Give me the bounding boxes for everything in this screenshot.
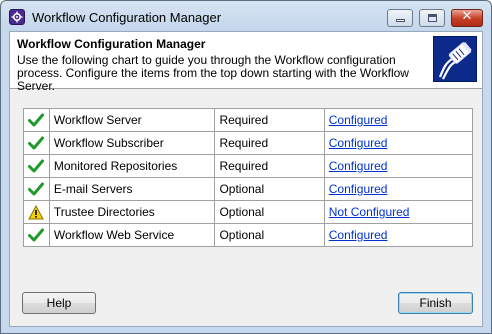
help-button[interactable]: Help xyxy=(22,292,96,314)
item-status-link[interactable]: Configured xyxy=(329,182,388,196)
finish-button[interactable]: Finish xyxy=(398,292,473,314)
table-row: Trustee Directories Optional Not Configure… xyxy=(23,200,474,224)
item-status-link[interactable]: Configured xyxy=(329,136,388,150)
header-title: Workflow Configuration Manager xyxy=(17,37,206,51)
table-row: Monitored Repositories Required Configured xyxy=(23,154,474,178)
table-row: Workflow Server Required Configured xyxy=(23,108,474,132)
item-name: E-mail Servers xyxy=(48,177,216,201)
window: Workflow Configuration Manager ✕ Workflo… xyxy=(0,0,492,334)
item-name: Workflow Subscriber xyxy=(48,131,216,155)
check-icon xyxy=(23,154,50,178)
item-requirement: Required xyxy=(214,108,325,132)
table-row: E-mail Servers Optional Configured xyxy=(23,177,474,201)
configuration-table: Workflow Server Required Configured Workflo… xyxy=(23,108,474,247)
item-requirement: Optional xyxy=(214,200,325,224)
minimize-button[interactable] xyxy=(387,9,413,27)
minimize-icon xyxy=(396,19,405,22)
item-status-cell: Configured xyxy=(323,177,474,201)
item-status-cell: Configured xyxy=(323,154,474,178)
check-icon xyxy=(23,177,50,201)
maximize-button[interactable] xyxy=(419,9,445,27)
item-status-link[interactable]: Configured xyxy=(329,228,388,242)
item-name: Workflow Server xyxy=(48,108,216,132)
item-name: Workflow Web Service xyxy=(48,223,216,247)
app-gear-icon xyxy=(9,9,25,25)
item-status-link[interactable]: Configured xyxy=(329,113,388,127)
item-requirement: Required xyxy=(214,131,325,155)
check-icon xyxy=(23,131,50,155)
item-status-cell: Configured xyxy=(323,108,474,132)
item-status-cell: Not Configured xyxy=(323,200,474,224)
check-icon xyxy=(23,223,50,247)
close-button[interactable]: ✕ xyxy=(451,9,483,27)
item-status-link[interactable]: Not Configured xyxy=(329,205,410,219)
dialog-client-area: Workflow Configuration Manager Use the f… xyxy=(9,31,483,327)
item-requirement: Optional xyxy=(214,223,325,247)
check-icon xyxy=(23,108,50,132)
item-requirement: Required xyxy=(214,154,325,178)
maximize-icon xyxy=(428,14,437,22)
table-row: Workflow Web Service Optional Configured xyxy=(23,223,474,247)
network-cable-icon xyxy=(433,36,477,82)
item-name: Trustee Directories xyxy=(48,200,216,224)
close-icon: ✕ xyxy=(461,9,473,24)
warning-icon xyxy=(23,200,50,224)
item-status-cell: Configured xyxy=(323,131,474,155)
item-status-link[interactable]: Configured xyxy=(329,159,388,173)
item-status-cell: Configured xyxy=(323,223,474,247)
title-bar[interactable]: Workflow Configuration Manager ✕ xyxy=(1,1,491,31)
header-panel: Workflow Configuration Manager Use the f… xyxy=(10,32,482,93)
header-description: Use the following chart to guide you thr… xyxy=(17,53,409,93)
item-requirement: Optional xyxy=(214,177,325,201)
window-title: Workflow Configuration Manager xyxy=(32,10,222,25)
table-row: Workflow Subscriber Required Configured xyxy=(23,131,474,155)
item-name: Monitored Repositories xyxy=(48,154,216,178)
